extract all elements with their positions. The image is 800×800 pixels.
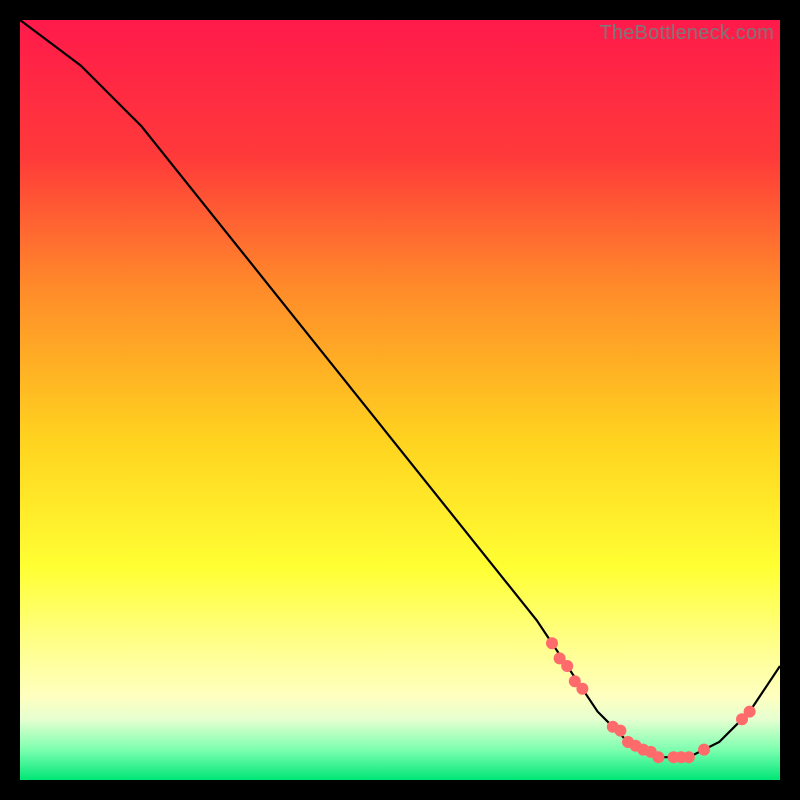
marker-point xyxy=(683,751,695,763)
marker-point xyxy=(576,683,588,695)
marker-point xyxy=(561,660,573,672)
watermark-text: TheBottleneck.com xyxy=(599,22,774,45)
marker-point xyxy=(652,751,664,763)
marker-point xyxy=(698,744,710,756)
chart-frame: TheBottleneck.com xyxy=(20,20,780,780)
marker-point xyxy=(546,637,558,649)
chart-background xyxy=(20,20,780,780)
marker-point xyxy=(614,725,626,737)
bottleneck-chart xyxy=(20,20,780,780)
marker-point xyxy=(744,706,756,718)
